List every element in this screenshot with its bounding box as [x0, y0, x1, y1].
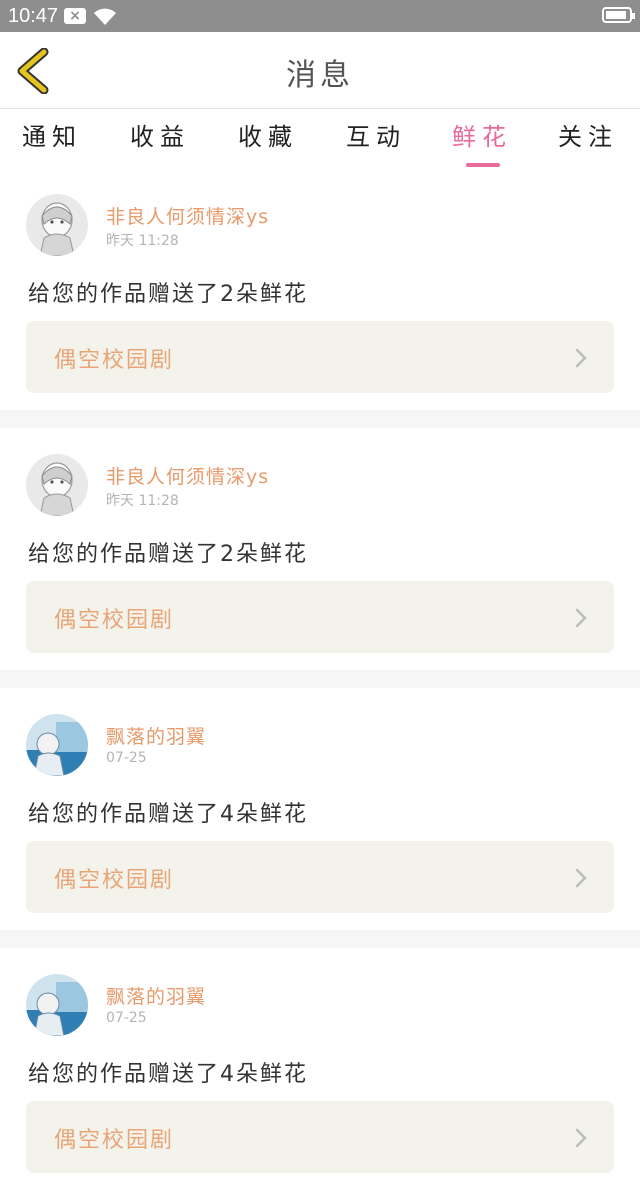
work-title: 偶空校园剧 [54, 608, 175, 633]
tab-label: 关注 [558, 123, 618, 151]
tab-following[interactable]: 关注 [538, 117, 638, 152]
anime-girl-avatar-icon [26, 194, 88, 256]
message-card: 非良人何须情深ys 昨天 11:28 给您的作品赠送了2朵鲜花 偶空校园剧 [0, 168, 640, 410]
user-avatar[interactable] [26, 974, 88, 1036]
status-bar: 10:47 × [0, 0, 640, 32]
tab-label: 通知 [22, 123, 82, 151]
user-avatar[interactable] [26, 454, 88, 516]
tab-interaction[interactable]: 互动 [326, 117, 426, 152]
active-tab-indicator [466, 163, 500, 167]
anime-girl-avatar-icon [26, 454, 88, 516]
header: 消息 [0, 32, 640, 109]
work-title: 偶空校园剧 [54, 868, 175, 893]
work-link[interactable]: 偶空校园剧 [26, 581, 614, 653]
message-card: 飘落的羽翼 07-25 给您的作品赠送了4朵鲜花 偶空校园剧 [0, 948, 640, 1190]
chevron-right-icon [575, 608, 587, 628]
tab-label: 鲜花 [452, 123, 512, 151]
message-text: 给您的作品赠送了4朵鲜花 [28, 1062, 308, 1087]
message-time: 07-25 [106, 1010, 147, 1026]
message-card: 非良人何须情深ys 昨天 11:28 给您的作品赠送了2朵鲜花 偶空校园剧 [0, 428, 640, 670]
tab-label: 收益 [130, 123, 190, 151]
chevron-right-icon [575, 868, 587, 888]
tab-label: 互动 [346, 123, 406, 151]
anime-blue-avatar-icon [26, 714, 88, 776]
message-time: 昨天 11:28 [106, 233, 179, 249]
username[interactable]: 飘落的羽翼 [106, 722, 206, 749]
battery-icon [602, 7, 635, 23]
anime-blue-avatar-icon [26, 974, 88, 1036]
work-title: 偶空校园剧 [54, 348, 175, 373]
tab-label: 收藏 [238, 123, 298, 151]
message-text: 给您的作品赠送了4朵鲜花 [28, 802, 308, 827]
work-link[interactable]: 偶空校园剧 [26, 1101, 614, 1173]
username[interactable]: 非良人何须情深ys [106, 462, 269, 489]
message-text: 给您的作品赠送了2朵鲜花 [28, 542, 308, 567]
message-time: 昨天 11:28 [106, 493, 179, 509]
username[interactable]: 飘落的羽翼 [106, 982, 206, 1009]
chevron-right-icon [575, 1128, 587, 1148]
tab-flowers[interactable]: 鲜花 [432, 117, 532, 167]
tab-favorites[interactable]: 收藏 [218, 117, 318, 152]
work-link[interactable]: 偶空校园剧 [26, 321, 614, 393]
username[interactable]: 非良人何须情深ys [106, 202, 269, 229]
page-title: 消息 [286, 58, 354, 93]
chevron-right-icon [575, 348, 587, 368]
tab-notice[interactable]: 通知 [2, 117, 102, 152]
message-time: 07-25 [106, 750, 147, 766]
user-avatar[interactable] [26, 714, 88, 776]
tab-bar: 通知 收益 收藏 互动 鲜花 关注 [0, 109, 640, 169]
message-text: 给您的作品赠送了2朵鲜花 [28, 282, 308, 307]
tab-earnings[interactable]: 收益 [110, 117, 210, 152]
work-link[interactable]: 偶空校园剧 [26, 841, 614, 913]
work-title: 偶空校园剧 [54, 1128, 175, 1153]
user-avatar[interactable] [26, 194, 88, 256]
wifi-icon [94, 8, 116, 25]
message-card: 飘落的羽翼 07-25 给您的作品赠送了4朵鲜花 偶空校园剧 [0, 688, 640, 930]
x-notification-icon: × [64, 8, 86, 24]
status-time: 10:47 [8, 5, 59, 27]
